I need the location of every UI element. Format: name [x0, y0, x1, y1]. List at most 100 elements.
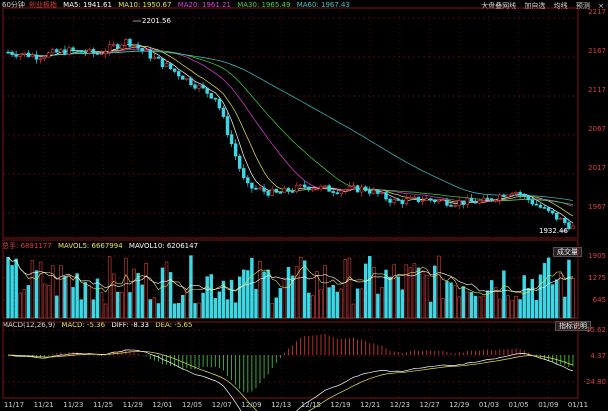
mavol5-line	[7, 257, 574, 295]
candle-body	[225, 116, 230, 135]
candle-body	[428, 198, 433, 201]
candle-body	[246, 177, 250, 184]
volume-bar	[546, 257, 551, 319]
volume-bar	[95, 278, 100, 319]
candle-body	[201, 84, 205, 89]
candle-body	[185, 77, 189, 80]
candle-body	[172, 68, 177, 72]
moving-average-lines	[7, 44, 574, 224]
candle-body	[473, 201, 478, 204]
volume-bar	[103, 303, 108, 319]
candle-body	[274, 188, 278, 193]
volume-bar	[392, 264, 396, 319]
volume-bar	[538, 274, 543, 319]
candle-body	[424, 198, 429, 201]
volume-bar	[514, 296, 518, 319]
volume-bar	[79, 299, 83, 319]
candle-body	[477, 200, 482, 204]
candle-body	[294, 185, 299, 192]
candle-body	[335, 192, 339, 194]
volume-bar	[59, 265, 63, 319]
candle-body	[197, 84, 201, 89]
candle-body	[262, 187, 266, 192]
volume-bar	[193, 303, 197, 319]
candle-body	[250, 182, 254, 189]
volume-bar	[213, 298, 218, 319]
candle-body	[368, 190, 372, 194]
candle-body	[315, 188, 319, 191]
candle-body	[412, 196, 417, 199]
candle-body	[307, 186, 311, 191]
volume-bar	[400, 289, 404, 319]
volume-bar	[91, 299, 96, 319]
candle-body	[242, 168, 246, 178]
volume-bar	[42, 283, 47, 319]
time-tick: 11/17	[3, 401, 25, 409]
volume-bar	[205, 276, 209, 319]
volume-bar	[363, 263, 368, 319]
candle-body	[550, 210, 555, 214]
candle-body	[303, 184, 307, 188]
mavol10-line	[7, 257, 573, 293]
candle-body	[67, 47, 71, 55]
time-tick: 11/21	[33, 401, 54, 409]
candle-body	[351, 185, 356, 187]
volume-bar	[274, 297, 278, 319]
candle-body	[355, 185, 360, 193]
time-tick: 12/13	[271, 401, 292, 409]
stock-chart[interactable]	[0, 0, 608, 411]
candle-body	[469, 197, 474, 202]
candle-body	[494, 199, 498, 202]
volume-bar	[485, 290, 490, 319]
volume-bar	[144, 263, 148, 319]
candle-body	[189, 77, 193, 86]
candle-body	[563, 218, 567, 223]
candle-body	[233, 143, 238, 157]
candle-body	[91, 49, 96, 54]
candle-body	[339, 190, 344, 194]
candle-body	[107, 44, 112, 53]
volume-bar	[498, 298, 502, 319]
candle-body	[286, 187, 291, 192]
ma10-line	[7, 45, 574, 217]
volume-bar	[477, 296, 482, 319]
candle-body	[498, 194, 502, 201]
volume-bar	[453, 285, 457, 319]
volume-bar	[55, 295, 59, 319]
candle-body	[327, 185, 331, 192]
candle-body	[534, 203, 539, 206]
volume-bar	[10, 265, 14, 319]
candle-body	[282, 187, 287, 193]
candle-body	[128, 38, 132, 47]
candle-body	[83, 52, 87, 54]
volume-bar	[185, 289, 189, 319]
candle-body	[481, 197, 486, 201]
candle-body	[319, 186, 323, 190]
candle-body	[311, 188, 315, 191]
candle-body	[38, 58, 43, 60]
ma20-line	[7, 48, 574, 207]
candle-body	[30, 54, 35, 58]
volume-bar	[542, 263, 547, 319]
volume-bar	[465, 291, 470, 319]
volume-bar	[156, 303, 161, 319]
ma60-line	[7, 50, 574, 201]
time-tick: 12/07	[211, 401, 232, 409]
candle-body	[298, 184, 303, 187]
candle-body	[22, 52, 27, 55]
volume-bar	[152, 297, 157, 319]
volume-bar	[571, 278, 575, 319]
ma5-line	[7, 44, 574, 224]
candle-body	[160, 58, 165, 68]
volume-bar	[457, 296, 461, 319]
volume-bar	[116, 291, 120, 319]
time-tick: 11/25	[92, 401, 114, 409]
volume-bar	[140, 284, 144, 319]
volume-bar	[534, 300, 539, 319]
volume-bar	[237, 276, 242, 319]
candle-body	[559, 218, 563, 220]
candle-body	[213, 97, 218, 100]
volume-bar	[563, 296, 567, 319]
volume-bar	[177, 302, 181, 319]
candle-body	[71, 47, 75, 51]
